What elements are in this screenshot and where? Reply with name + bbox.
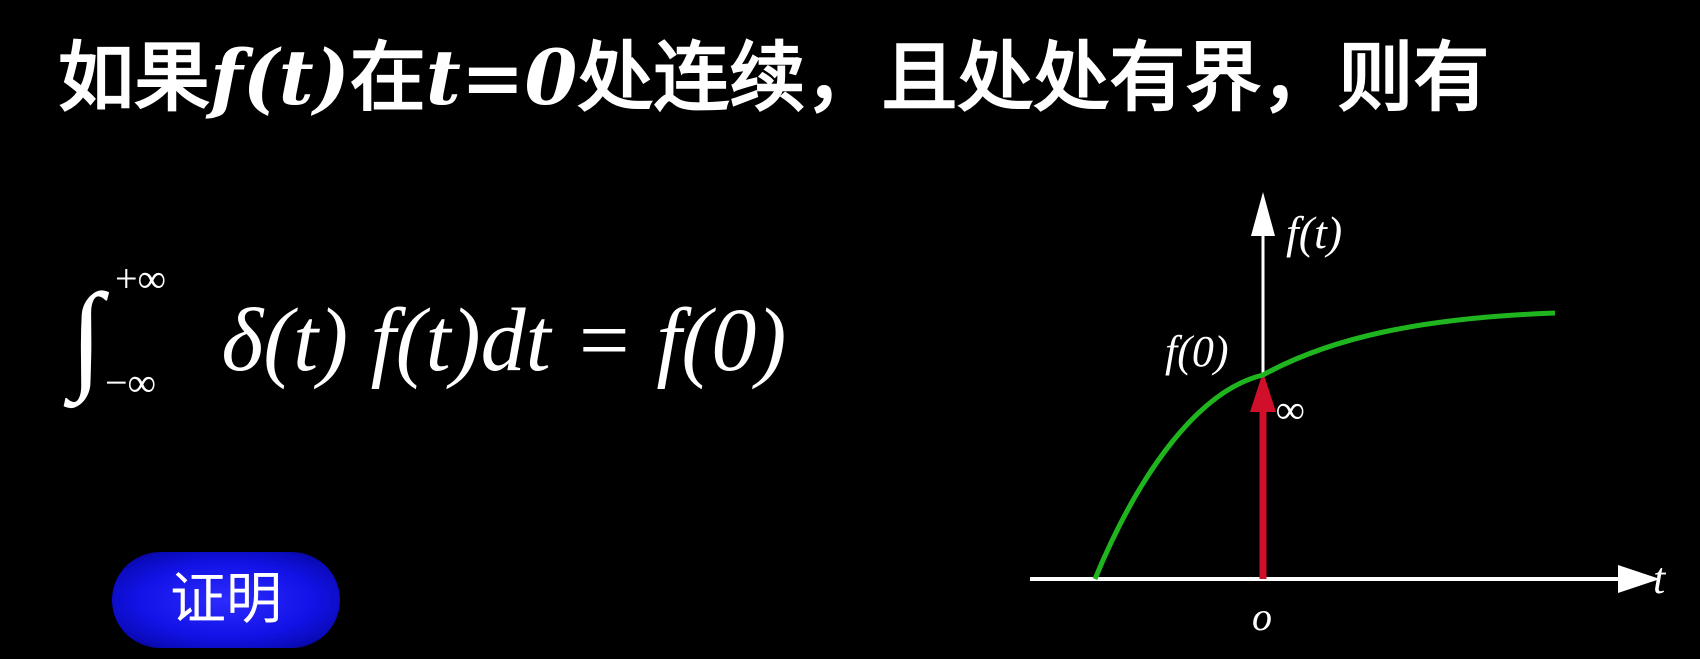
slide: 如果f(t)在t=0处连续，且处处有界，则有 ∫ +∞ −∞ δ(t) f(t)… — [0, 0, 1700, 659]
y-axis-label: f(t) — [1286, 207, 1342, 258]
impulse-graph: f(t) f(0) ∞ t o — [1030, 192, 1667, 639]
y-axis-arrow-icon — [1251, 192, 1275, 236]
infinity-label: ∞ — [1276, 387, 1305, 432]
f0-label: f(0) — [1165, 327, 1229, 376]
function-curve — [1092, 310, 1556, 580]
x-axis-label: t — [1653, 554, 1667, 603]
origin-label: o — [1252, 594, 1272, 639]
